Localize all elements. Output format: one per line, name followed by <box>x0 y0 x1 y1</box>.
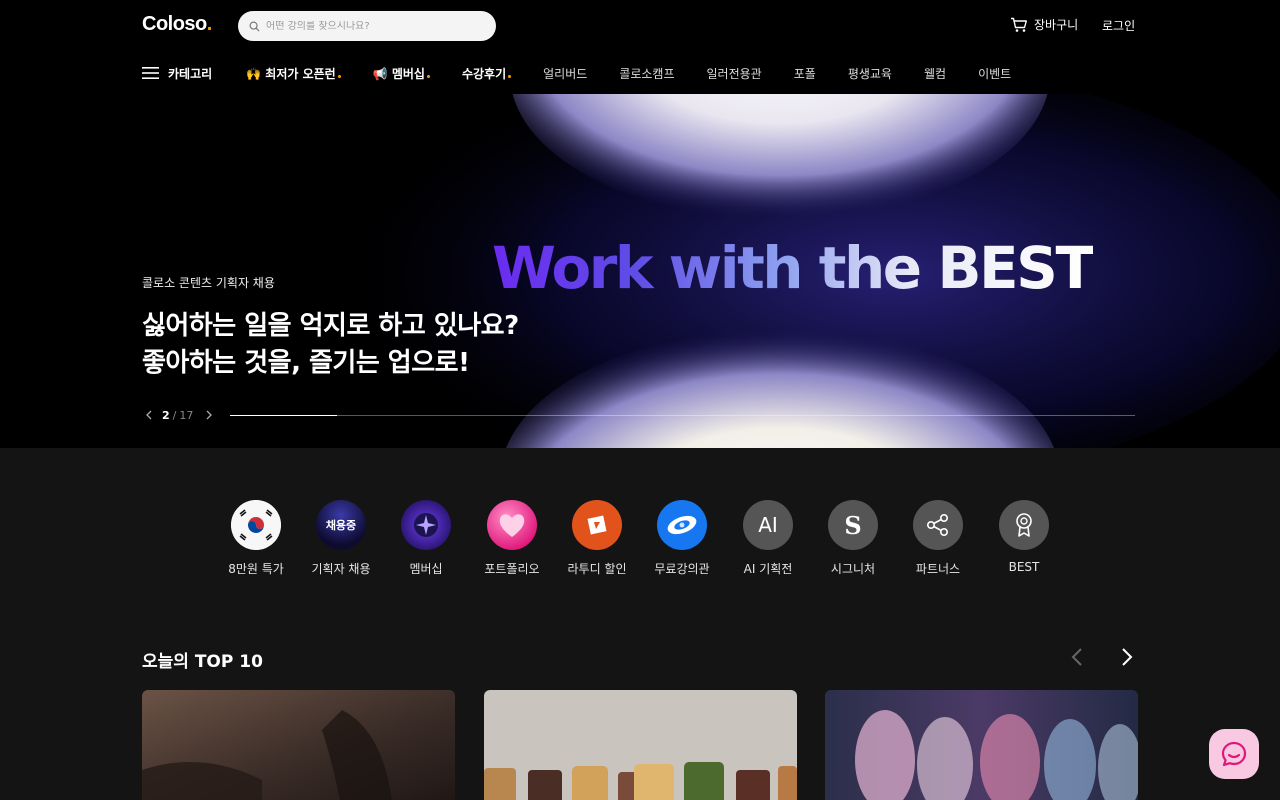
quick-item-label: 무료강의관 <box>654 562 710 576</box>
hero-progress-bar <box>230 415 1135 416</box>
top10-prev-button[interactable] <box>1066 646 1088 668</box>
top10-card[interactable] <box>484 690 797 800</box>
course-thumbnail-image <box>142 690 455 800</box>
nav-item-reviews[interactable]: 수강후기 <box>462 65 512 82</box>
quick-item-label: 포트폴리오 <box>484 562 540 576</box>
nav-item-illust[interactable]: 일러전용관 <box>707 65 762 82</box>
share-icon <box>913 500 963 550</box>
hero-pager: 2 / 17 <box>142 408 216 422</box>
quick-item-best[interactable]: BEST <box>984 500 1064 574</box>
ratudi-icon <box>572 500 622 550</box>
quick-item-membership[interactable]: 멤버십 <box>386 500 466 577</box>
nav-item-lowest-price[interactable]: 🙌 최저가 오픈런 <box>246 65 341 82</box>
chevron-left-icon <box>146 410 152 420</box>
hero-page-total: 17 <box>179 408 194 422</box>
hero-eyebrow: 콜로소 콘텐츠 기획자 채용 <box>142 276 275 290</box>
quick-item-80k-sale[interactable]: 8만원 특가 <box>216 500 296 577</box>
hero-title-line2: 좋아하는 것을, 즐기는 업으로! <box>142 348 470 378</box>
quick-menu-section: 8만원 특가 채용중 기획자 채용 멤버십 포트폴리오 라투디 할인 무료강의관… <box>0 448 1280 800</box>
ai-icon: AI <box>743 500 793 550</box>
chevron-left-icon <box>1071 648 1082 666</box>
top10-card[interactable] <box>825 690 1138 800</box>
star-membership-icon <box>401 500 451 550</box>
nav-item-coloso-camp[interactable]: 콜로소캠프 <box>619 65 674 82</box>
quick-item-label: 8만원 특가 <box>228 562 284 576</box>
hero-page-separator: / <box>172 408 177 422</box>
quick-item-signature[interactable]: S 시그니처 <box>813 500 893 577</box>
site-header: Coloso. 장바구니 로그인 카테고리 🙌 최저가 오픈런 📢 멤버십 수강… <box>0 0 1280 94</box>
chat-icon <box>1221 741 1247 767</box>
hero-progress-fill <box>230 415 337 416</box>
cart-label: 장바구니 <box>1034 18 1079 32</box>
hero-prev-button[interactable] <box>142 408 156 422</box>
award-icon <box>999 500 1049 550</box>
nav-item-welcome[interactable]: 웰컴 <box>924 65 946 82</box>
quick-item-label: 멤버십 <box>409 562 443 576</box>
top10-next-button[interactable] <box>1116 646 1138 668</box>
hero-next-button[interactable] <box>202 408 216 422</box>
hero-banner[interactable]: Work with the BEST 콜로소 콘텐츠 기획자 채용 싫어하는 일… <box>0 94 1280 448</box>
search-box[interactable] <box>238 11 496 41</box>
chevron-right-icon <box>206 410 213 420</box>
course-thumbnail-image <box>484 690 797 800</box>
top10-title: 오늘의 TOP 10 <box>142 652 263 672</box>
heart-portfolio-icon <box>487 500 537 550</box>
korea-flag-icon <box>231 500 281 550</box>
category-label: 카테고리 <box>168 66 213 81</box>
category-menu-button[interactable]: 카테고리 <box>142 65 212 82</box>
hero-headline-graphic: Work with the BEST <box>492 234 1095 302</box>
quick-item-label: 라투디 할인 <box>567 562 627 576</box>
quick-item-label: 기획자 채용 <box>311 562 371 576</box>
free-lecture-icon <box>657 500 707 550</box>
quick-item-label: AI 기획전 <box>743 562 793 576</box>
nav-item-membership[interactable]: 📢 멤버십 <box>373 65 430 82</box>
nav-item-portfolio[interactable]: 포폴 <box>794 65 816 82</box>
search-icon <box>249 21 260 32</box>
main-nav: 카테고리 🙌 최저가 오픈런 📢 멤버십 수강후기 얼리버드 콜로소캠프 일러전… <box>142 62 1043 84</box>
cart-button[interactable]: 장바구니 <box>1010 16 1078 33</box>
top10-card[interactable] <box>142 690 455 800</box>
signature-icon: S <box>828 500 878 550</box>
quick-item-planner-hiring[interactable]: 채용중 기획자 채용 <box>301 500 381 577</box>
search-input[interactable] <box>266 20 486 32</box>
hero-title: 싫어하는 일을 억지로 하고 있나요? 좋아하는 것을, 즐기는 업으로! <box>142 308 519 382</box>
quick-item-label: BEST <box>1008 560 1040 574</box>
nav-item-lifelong[interactable]: 평생교육 <box>848 65 892 82</box>
cart-icon <box>1011 17 1027 32</box>
chevron-right-icon <box>1122 648 1133 666</box>
course-thumbnail-image <box>825 690 1138 800</box>
quick-item-ratudi-discount[interactable]: 라투디 할인 <box>557 500 637 577</box>
hiring-badge-icon: 채용중 <box>316 500 366 550</box>
quick-item-ai-exhibition[interactable]: AI AI 기획전 <box>728 500 808 577</box>
quick-item-label: 파트너스 <box>915 562 961 576</box>
quick-item-portfolio[interactable]: 포트폴리오 <box>472 500 552 577</box>
nav-item-earlybird[interactable]: 얼리버드 <box>543 65 587 82</box>
hero-page-current: 2 <box>162 408 170 422</box>
logo[interactable]: Coloso. <box>142 13 212 36</box>
nav-item-event[interactable]: 이벤트 <box>978 65 1011 82</box>
hero-title-line1: 싫어하는 일을 억지로 하고 있나요? <box>142 311 519 341</box>
quick-item-label: 시그니처 <box>830 562 876 576</box>
quick-item-free-lectures[interactable]: 무료강의관 <box>642 500 722 577</box>
login-link[interactable]: 로그인 <box>1102 17 1135 34</box>
quick-item-partners[interactable]: 파트너스 <box>898 500 978 577</box>
hamburger-icon <box>142 67 159 79</box>
chat-button[interactable] <box>1209 729 1259 779</box>
